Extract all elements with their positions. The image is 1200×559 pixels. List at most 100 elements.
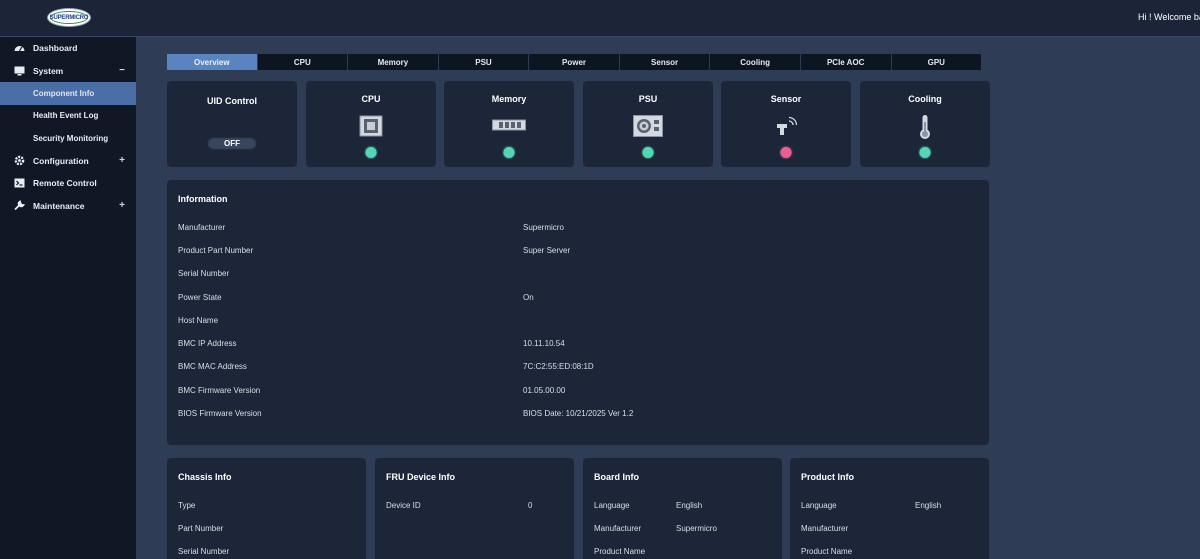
sidebar-item-dashboard[interactable]: Dashboard bbox=[0, 37, 136, 60]
info-label: Manufacturer bbox=[594, 524, 642, 533]
wrench-icon bbox=[14, 200, 25, 211]
chassis-row-serial-number: Serial Number bbox=[178, 547, 358, 559]
panel-title: Product Info bbox=[801, 472, 854, 482]
info-value: Supermicro bbox=[523, 223, 564, 232]
panel-title: Information bbox=[178, 194, 228, 204]
board-row-product-name: Product Name bbox=[594, 547, 774, 559]
tab-power[interactable]: Power bbox=[529, 54, 619, 70]
info-value: 01.05.00.00 bbox=[523, 386, 566, 395]
info-value: Super Server bbox=[523, 246, 571, 255]
info-label: Product Part Number bbox=[178, 246, 254, 255]
info-label: BIOS Firmware Version bbox=[178, 409, 262, 418]
card-title: Cooling bbox=[908, 94, 942, 104]
sidebar-item-remote-control[interactable]: Remote Control bbox=[0, 172, 136, 195]
card-title: PSU bbox=[638, 94, 658, 104]
card-title: Sensor bbox=[770, 94, 802, 104]
info-row-bmc-firmware-version: BMC Firmware Version 01.05.00.00 bbox=[178, 386, 978, 398]
product-row-manufacturer: Manufacturer bbox=[801, 524, 981, 536]
info-label: Serial Number bbox=[178, 269, 230, 278]
sidebar-item-configuration[interactable]: Configuration + bbox=[0, 150, 136, 173]
sidebar-item-health-event-log[interactable]: Health Event Log bbox=[0, 105, 136, 128]
info-label: Device ID bbox=[386, 501, 421, 510]
dashboard-icon bbox=[14, 43, 25, 54]
expand-icon[interactable]: + bbox=[119, 200, 125, 211]
info-value: On bbox=[523, 293, 534, 302]
info-value: 0 bbox=[528, 501, 533, 510]
info-label: Product Name bbox=[801, 547, 853, 556]
tab-gpu[interactable]: GPU bbox=[891, 54, 982, 70]
card-title: UID Control bbox=[207, 96, 257, 106]
sidebar-item-maintenance[interactable]: Maintenance + bbox=[0, 195, 136, 218]
product-info-panel: Product Info Language English Manufactur… bbox=[790, 458, 989, 559]
info-label: BMC IP Address bbox=[178, 339, 237, 348]
cpu-status-indicator bbox=[365, 147, 377, 158]
monitor-icon bbox=[14, 65, 25, 76]
sensor-card[interactable]: Sensor bbox=[721, 81, 851, 167]
sidebar-item-component-info[interactable]: Component Info bbox=[0, 82, 136, 105]
sensor-icon bbox=[775, 115, 798, 142]
info-label: Power State bbox=[178, 293, 222, 302]
info-row-bios-firmware-version: BIOS Firmware Version BIOS Date: 10/21/2… bbox=[178, 409, 978, 421]
expand-icon[interactable]: + bbox=[119, 155, 125, 166]
info-value: Supermicro bbox=[676, 524, 717, 533]
info-row-manufacturer: Manufacturer Supermicro bbox=[178, 223, 978, 235]
sidebar-item-system[interactable]: System − bbox=[0, 60, 136, 83]
tab-psu[interactable]: PSU bbox=[438, 54, 529, 70]
sensor-status-indicator bbox=[780, 147, 792, 158]
sidebar: Dashboard System − Component Info Health… bbox=[0, 37, 136, 559]
info-row-bmc-mac-address: BMC MAC Address 7C:C2:55:ED:08:1D bbox=[178, 362, 978, 374]
terminal-icon bbox=[14, 178, 25, 189]
thermometer-icon bbox=[919, 114, 931, 145]
memory-icon bbox=[492, 119, 526, 137]
info-row-host-name: Host Name bbox=[178, 316, 978, 328]
product-row-language: Language English bbox=[801, 501, 981, 513]
card-title: Memory bbox=[491, 94, 527, 104]
tab-memory[interactable]: Memory bbox=[348, 54, 438, 70]
cpu-icon bbox=[359, 115, 383, 142]
memory-card[interactable]: Memory bbox=[444, 81, 574, 167]
card-title: CPU bbox=[361, 94, 381, 104]
information-panel: Information Manufacturer Supermicro Prod… bbox=[167, 180, 989, 445]
sidebar-item-label: Configuration bbox=[33, 155, 89, 166]
board-info-panel: Board Info Language English Manufacturer… bbox=[583, 458, 782, 559]
sidebar-item-label: Dashboard bbox=[33, 43, 78, 54]
sidebar-item-label: Maintenance bbox=[33, 200, 85, 211]
cooling-card[interactable]: Cooling bbox=[860, 81, 990, 167]
info-label: Product Name bbox=[594, 547, 646, 556]
info-label: Manufacturer bbox=[801, 524, 849, 533]
panel-title: Board Info bbox=[594, 472, 639, 482]
sidebar-item-security-monitoring[interactable]: Security Monitoring bbox=[0, 127, 136, 150]
collapse-icon[interactable]: − bbox=[119, 65, 125, 76]
info-label: Host Name bbox=[178, 316, 219, 325]
tab-cpu[interactable]: CPU bbox=[257, 54, 348, 70]
psu-icon bbox=[633, 115, 663, 142]
info-value: 7C:C2:55:ED:08:1D bbox=[523, 362, 594, 371]
info-label: Part Number bbox=[178, 524, 224, 533]
supermicro-logo[interactable]: SUPERMICRO bbox=[47, 8, 91, 27]
chassis-info-panel: Chassis Info Type Part Number Serial Num… bbox=[167, 458, 366, 559]
tab-pcie-aoc[interactable]: PCIe AOC bbox=[800, 54, 891, 70]
chassis-row-type: Type bbox=[178, 501, 358, 513]
uid-toggle-button[interactable]: OFF bbox=[207, 137, 257, 150]
uid-control-card: UID Control OFF bbox=[167, 81, 297, 167]
info-value: BIOS Date: 10/21/2025 Ver 1.2 bbox=[523, 409, 634, 418]
info-value: English bbox=[915, 501, 942, 510]
logo-text: SUPERMICRO bbox=[50, 11, 89, 24]
gear-icon bbox=[14, 155, 25, 166]
info-row-bmc-ip-address: BMC IP Address 10.11.10.54 bbox=[178, 339, 978, 351]
info-label: Manufacturer bbox=[178, 223, 226, 232]
tab-sensor[interactable]: Sensor bbox=[619, 54, 710, 70]
psu-card[interactable]: PSU bbox=[583, 81, 713, 167]
info-label: Language bbox=[801, 501, 837, 510]
info-label: Serial Number bbox=[178, 547, 230, 556]
info-label: BMC Firmware Version bbox=[178, 386, 261, 395]
cooling-status-indicator bbox=[919, 147, 931, 158]
info-label: Language bbox=[594, 501, 630, 510]
info-label: Type bbox=[178, 501, 196, 510]
top-bar: SUPERMICRO Hi ! Welcome back bbox=[0, 0, 1200, 37]
board-row-language: Language English bbox=[594, 501, 774, 513]
cpu-card[interactable]: CPU bbox=[306, 81, 436, 167]
info-value: English bbox=[676, 501, 703, 510]
tab-cooling[interactable]: Cooling bbox=[710, 54, 800, 70]
tab-overview[interactable]: Overview bbox=[167, 54, 257, 70]
